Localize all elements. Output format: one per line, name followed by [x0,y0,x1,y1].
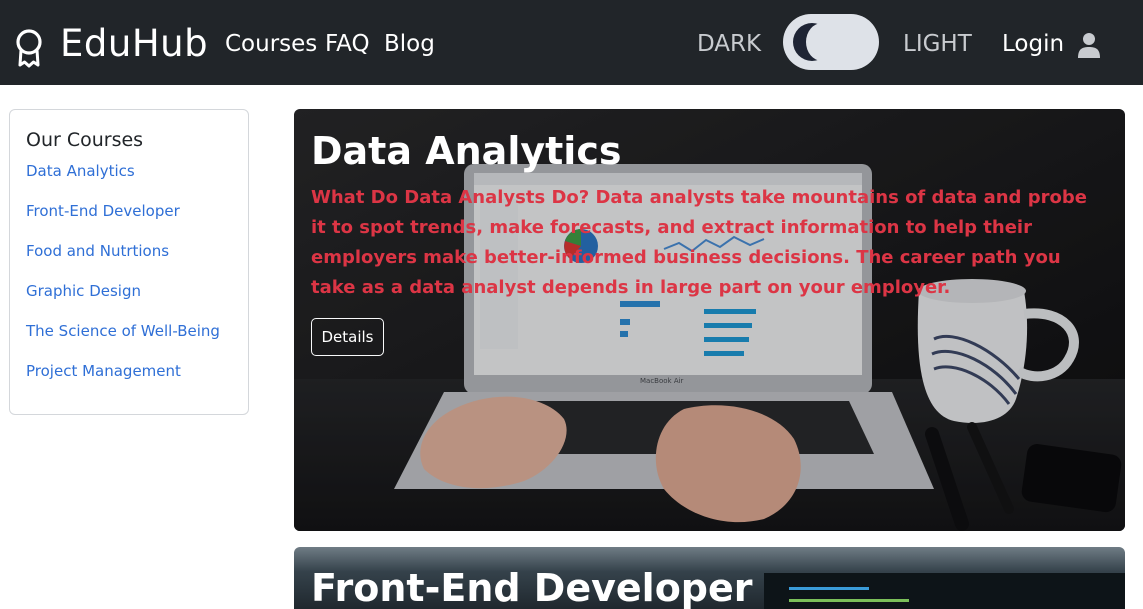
sidebar-item-front-end-developer[interactable]: Front-End Developer [26,201,180,221]
course-title: Data Analytics [311,129,622,173]
nav-link-courses[interactable]: Courses [225,28,317,60]
moon-icon [793,23,838,61]
dark-mode-label: DARK [697,31,762,57]
theme-toggle[interactable] [783,14,879,70]
course-title: Front-End Developer [311,566,753,609]
course-card-front-end-developer: Front-End Developer [294,547,1125,609]
sidebar-item-food-and-nutrtions[interactable]: Food and Nutrtions [26,241,169,261]
login-link[interactable]: Login [1002,28,1064,60]
sidebar-item-project-management[interactable]: Project Management [26,361,181,381]
sidebar-item-data-analytics[interactable]: Data Analytics [26,161,135,181]
course-description: What Do Data Analysts Do? Data analysts … [311,187,1087,298]
nav-link-blog[interactable]: Blog [384,28,435,60]
nav-link-faq[interactable]: FAQ [325,28,370,60]
courses-sidebar: Our Courses Data Analytics Front-End Dev… [9,109,249,415]
sidebar-item-science-of-well-being[interactable]: The Science of Well-Being [26,321,220,341]
details-button[interactable]: Details [311,318,384,356]
user-icon[interactable] [1077,32,1101,58]
brand-name[interactable]: EduHub [60,20,208,68]
navbar: EduHub Courses FAQ Blog DARK LIGHT Login [0,0,1143,85]
sidebar-item-graphic-design[interactable]: Graphic Design [26,281,141,301]
sidebar-title: Our Courses [26,129,144,151]
course-card-data-analytics: MacBook Air Data Analytics What Do Data … [294,109,1125,531]
light-mode-label: LIGHT [903,31,972,57]
award-icon [16,29,42,68]
